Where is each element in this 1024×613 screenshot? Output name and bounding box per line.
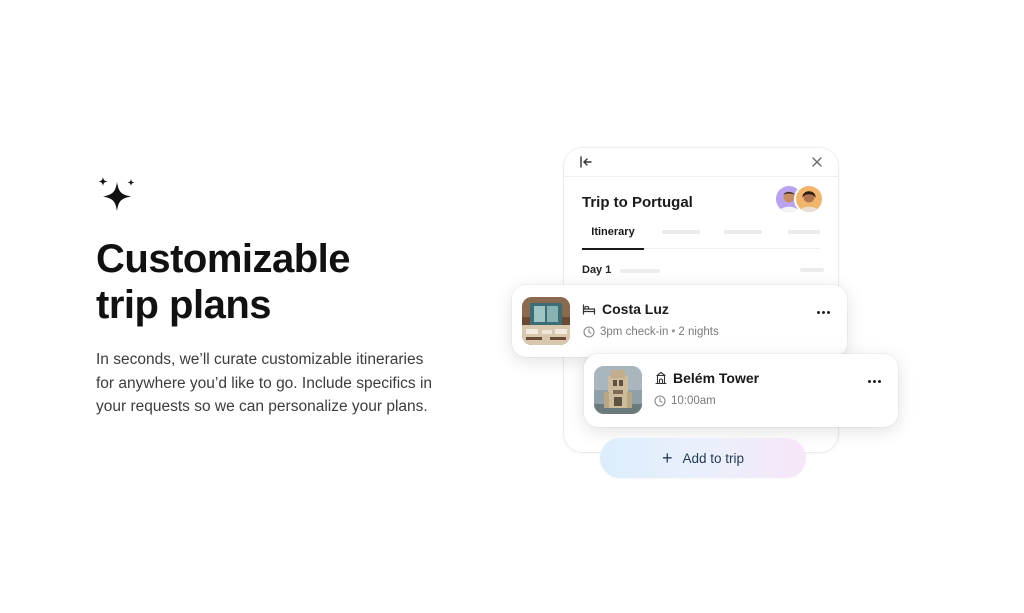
itinerary-card-attraction[interactable]: Belém Tower 10:00am (584, 354, 898, 427)
add-to-trip-label: Add to trip (682, 450, 745, 466)
avatar[interactable] (794, 184, 824, 214)
clock-icon (583, 326, 595, 338)
check-in-time: 3pm check-in (600, 326, 669, 338)
traveler-avatars[interactable] (774, 184, 826, 214)
sparkle-icon (98, 177, 135, 211)
card-subtitle: 10:00am (671, 395, 716, 407)
add-to-trip-button[interactable]: + Add to trip (600, 438, 806, 478)
panel-toolbar (564, 148, 838, 177)
tabs-divider (644, 248, 820, 249)
hotel-thumbnail (522, 297, 570, 345)
tab-placeholder[interactable] (788, 230, 820, 234)
tab-itinerary[interactable]: Itinerary (582, 224, 644, 250)
clock-icon (654, 395, 666, 407)
hero-section: Customizable trip plans In seconds, we’l… (96, 176, 456, 419)
day-placeholder-bar (620, 269, 660, 273)
headline-line-1: Customizable (96, 237, 351, 281)
bed-icon (582, 304, 596, 315)
more-icon[interactable] (817, 305, 831, 319)
trip-title: Trip to Portugal (582, 194, 693, 211)
day-label: Day 1 (582, 264, 612, 276)
collapse-left-icon[interactable] (578, 154, 594, 170)
tab-placeholder[interactable] (724, 230, 762, 234)
day-placeholder-bar (800, 268, 824, 272)
card-title: Belém Tower (673, 370, 760, 386)
card-subtitle: 3pm check-in • 2 nights (600, 326, 719, 338)
attraction-thumbnail (594, 366, 642, 414)
stay-length: 2 nights (678, 326, 719, 338)
dot-separator: • (671, 326, 676, 338)
hero-description: In seconds, we’ll curate customizable it… (96, 351, 433, 415)
close-icon[interactable] (810, 155, 824, 169)
trip-tabs: Itinerary (582, 224, 820, 250)
card-title: Costa Luz (602, 301, 669, 317)
landmark-icon (655, 371, 667, 385)
visit-time: 10:00am (671, 395, 716, 407)
tab-placeholder[interactable] (662, 230, 700, 234)
plus-icon: + (661, 448, 673, 468)
headline: Customizable trip plans (96, 236, 456, 328)
itinerary-card-hotel[interactable]: Costa Luz 3pm check-in • 2 nights (512, 285, 847, 357)
headline-line-2: trip plans (96, 283, 272, 327)
more-icon[interactable] (868, 374, 882, 388)
